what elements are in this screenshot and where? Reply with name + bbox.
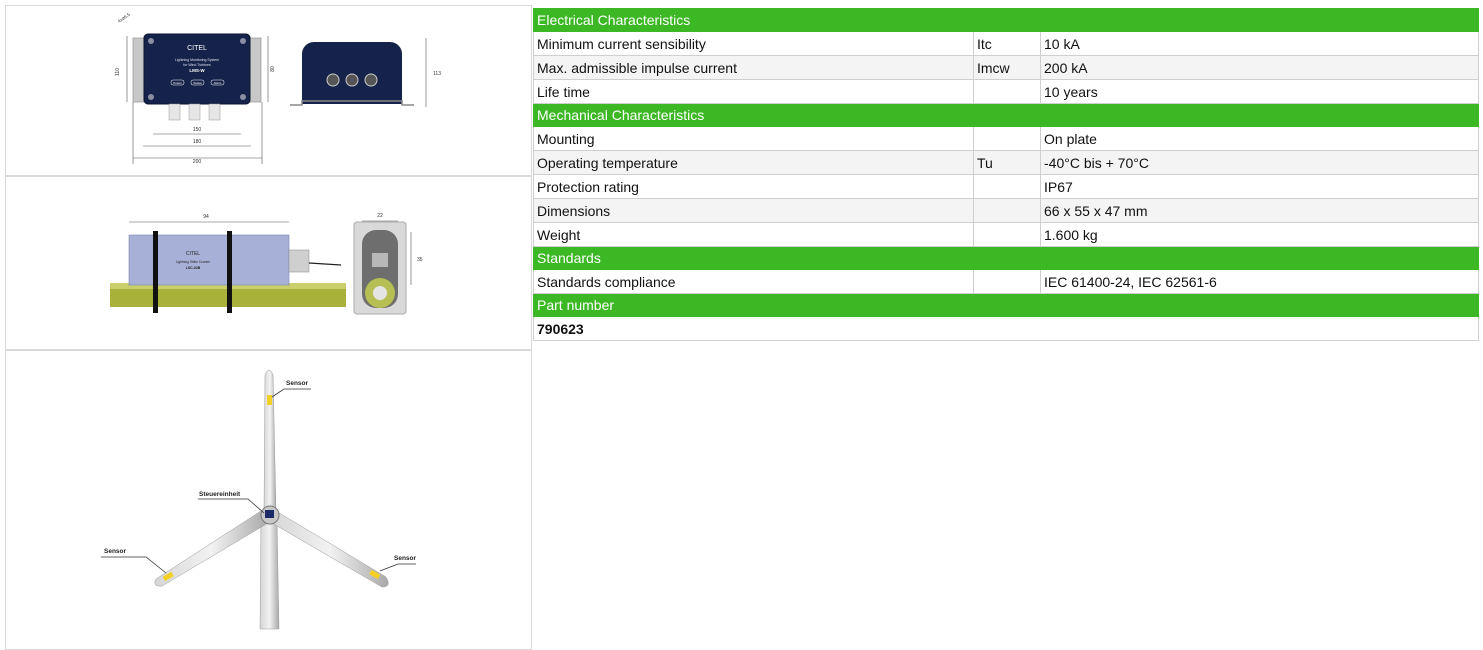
dim-holes: 4xø6,5: [117, 12, 132, 24]
sensor-label-right: Sensor: [394, 555, 417, 562]
section-header-electrical: Electrical Characteristics: [533, 8, 1479, 32]
dim-150: 150: [193, 127, 202, 133]
counter-model: LSC-02B: [186, 266, 201, 270]
spec-symbol: Tu: [973, 150, 1041, 175]
part-number-value: 790623: [533, 316, 1479, 341]
spec-value: -40°C bis + 70°C: [1040, 150, 1479, 175]
counter-subtitle: Lightning Strike Counter: [176, 260, 211, 264]
spec-label: Weight: [533, 222, 974, 247]
spec-symbol: [973, 174, 1041, 199]
dim-22: 22: [377, 213, 383, 219]
spec-label: Life time: [533, 79, 974, 104]
box-subtitle-1: Lightning Monitoring System: [175, 58, 219, 62]
spec-row: Life time 10 years: [533, 79, 1479, 104]
box-subtitle-2: for Wind Turbines: [183, 63, 211, 67]
box-button-power: Power: [173, 81, 182, 85]
counter-drawing-cell: CITEL Lightning Strike Counter LSC-02B 9…: [5, 176, 532, 350]
dim-80: 80: [270, 66, 276, 72]
turbine-sensor-diagram-cell: Sensor Steuereinheit Sensor Sensor: [5, 350, 532, 650]
sensor-label-top: Sensor: [286, 380, 309, 387]
spec-label: Protection rating: [533, 174, 974, 199]
spec-row: Minimum current sensibility Itc 10 kA: [533, 31, 1479, 56]
spec-label: Dimensions: [533, 198, 974, 223]
control-unit-drawing: CITEL Lightning Monitoring System for Wi…: [115, 12, 441, 165]
part-number-row: 790623: [533, 316, 1479, 341]
section-title: Mechanical Characteristics: [533, 103, 1479, 127]
dim-200: 200: [193, 159, 202, 165]
control-unit-label: Steuereinheit: [199, 491, 241, 498]
spec-symbol: [973, 126, 1041, 151]
counter-brand-logo: CITEL: [186, 251, 200, 257]
product-images-column: CITEL Lightning Monitoring System for Wi…: [0, 0, 537, 650]
section-title: Part number: [533, 293, 1479, 317]
spec-row: Max. admissible impulse current Imcw 200…: [533, 55, 1479, 80]
spec-value: On plate: [1040, 126, 1479, 151]
spec-value: IEC 61400-24, IEC 62561-6: [1040, 269, 1479, 294]
spec-row: Dimensions 66 x 55 x 47 mm: [533, 198, 1479, 223]
box-model-label: LMS-W: [189, 68, 205, 73]
control-unit-drawing-cell: CITEL Lightning Monitoring System for Wi…: [5, 5, 532, 176]
box-button-status: Status: [193, 81, 202, 85]
spec-row: Weight 1.600 kg: [533, 222, 1479, 247]
spec-value: 200 kA: [1040, 55, 1479, 80]
dim-180: 180: [193, 139, 202, 145]
spec-value: 10 kA: [1040, 31, 1479, 56]
box-button-alarm: Alarm: [214, 81, 222, 85]
spec-symbol: Itc: [973, 31, 1041, 56]
spec-symbol: [973, 79, 1041, 104]
spec-value: 66 x 55 x 47 mm: [1040, 198, 1479, 223]
spec-symbol: [973, 269, 1041, 294]
sensor-label-left: Sensor: [104, 548, 127, 555]
spec-row: Standards compliance IEC 61400-24, IEC 6…: [533, 269, 1479, 294]
spec-label: Max. admissible impulse current: [533, 55, 974, 80]
spec-value: 10 years: [1040, 79, 1479, 104]
section-title: Standards: [533, 246, 1479, 270]
spec-label: Standards compliance: [533, 269, 974, 294]
dim-113: 113: [433, 71, 441, 77]
spec-label: Mounting: [533, 126, 974, 151]
dim-94: 94: [203, 214, 209, 220]
spec-label: Operating temperature: [533, 150, 974, 175]
section-header-standards: Standards: [533, 246, 1479, 270]
spec-symbol: [973, 222, 1041, 247]
box-brand-logo: CITEL: [187, 45, 207, 52]
spec-symbol: [973, 198, 1041, 223]
section-header-part-number: Part number: [533, 293, 1479, 317]
dim-110: 110: [115, 68, 121, 76]
spec-row: Protection rating IP67: [533, 174, 1479, 199]
specifications-table: Electrical Characteristics Minimum curre…: [533, 8, 1479, 341]
turbine-sensor-diagram: Sensor Steuereinheit Sensor Sensor: [101, 369, 417, 630]
spec-symbol: Imcw: [973, 55, 1041, 80]
spec-row: Operating temperature Tu -40°C bis + 70°…: [533, 150, 1479, 175]
spec-value: IP67: [1040, 174, 1479, 199]
spec-row: Mounting On plate: [533, 126, 1479, 151]
spec-value: 1.600 kg: [1040, 222, 1479, 247]
section-title: Electrical Characteristics: [533, 8, 1479, 32]
spec-label: Minimum current sensibility: [533, 31, 974, 56]
counter-drawing: CITEL Lightning Strike Counter LSC-02B 9…: [110, 213, 423, 315]
dim-35: 35: [417, 257, 423, 263]
section-header-mechanical: Mechanical Characteristics: [533, 103, 1479, 127]
